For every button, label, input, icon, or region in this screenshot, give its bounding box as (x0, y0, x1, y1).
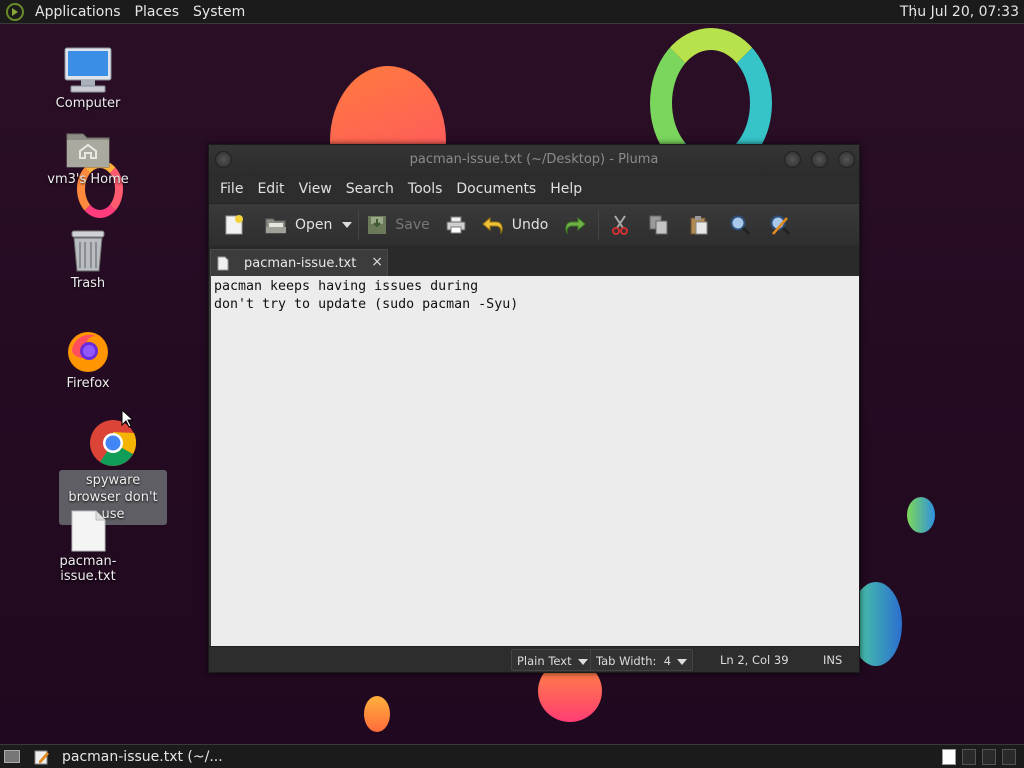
text-file-icon (71, 510, 106, 552)
undo-button[interactable]: Undo (476, 208, 555, 242)
save-button[interactable]: Save (361, 208, 435, 242)
desktop-icon-label: pacman-issue.txt (59, 554, 117, 584)
menu-search[interactable]: Search (339, 181, 401, 197)
copy-icon (649, 215, 668, 235)
menu-file[interactable]: File (213, 181, 250, 197)
find-replace-button[interactable] (761, 208, 799, 242)
find-button[interactable] (719, 208, 761, 242)
workspace-2[interactable] (962, 749, 976, 765)
desktop-icon-text-file[interactable]: pacman-issue.txt (38, 510, 138, 584)
open-folder-icon (265, 218, 286, 234)
menu-documents[interactable]: Documents (449, 181, 543, 197)
computer-icon (64, 47, 112, 93)
tab-close-icon[interactable]: × (371, 254, 383, 270)
close-button[interactable] (838, 151, 855, 168)
print-button[interactable] (436, 208, 476, 242)
redo-button[interactable] (554, 208, 596, 242)
desktop-icon-firefox[interactable]: Firefox (38, 326, 138, 391)
menu-tools[interactable]: Tools (401, 181, 450, 197)
window-title: pacman-issue.txt (~/Desktop) - Pluma (409, 152, 659, 167)
minimize-button[interactable] (784, 151, 801, 168)
redo-icon (565, 216, 587, 234)
find-replace-icon (770, 215, 791, 236)
new-document-button[interactable] (217, 208, 251, 242)
tab-width-selector[interactable]: Tab Width: 4 (590, 649, 694, 671)
menu-view[interactable]: View (292, 181, 339, 197)
pluma-window[interactable]: pacman-issue.txt (~/Desktop) - Pluma Fil… (208, 144, 860, 673)
undo-icon (482, 216, 503, 234)
tab-pacman-issue[interactable]: pacman-issue.txt × (210, 249, 388, 277)
show-desktop-icon[interactable] (4, 750, 20, 763)
bottom-panel: pacman-issue.txt (~/... (0, 744, 1024, 768)
top-panel: Applications Places System Thu Jul 20, 0… (0, 0, 1024, 24)
mouse-cursor-icon (121, 409, 133, 428)
maximize-button[interactable] (811, 151, 828, 168)
copy-button[interactable] (639, 208, 679, 242)
paste-button[interactable] (679, 208, 719, 242)
taskbar-button-pluma[interactable]: pacman-issue.txt (~/... (34, 745, 223, 768)
new-document-icon (225, 215, 243, 235)
desktop-icon-chrome[interactable]: spyware browser don't use (58, 418, 168, 525)
desktop-icon-label: vm3's Home (47, 172, 129, 187)
menu-edit[interactable]: Edit (250, 181, 291, 197)
open-label: Open (295, 217, 333, 233)
cursor-position: Ln 2, Col 39 (720, 653, 789, 667)
taskbar-label: pacman-issue.txt (~/... (62, 749, 223, 765)
workspace-4[interactable] (1002, 749, 1016, 765)
desktop-icon-label: Firefox (66, 376, 110, 391)
menu-help[interactable]: Help (543, 181, 589, 197)
desktop-icon-computer[interactable]: Computer (38, 46, 138, 111)
workspace-3[interactable] (982, 749, 996, 765)
tab-bar: pacman-issue.txt × (209, 247, 859, 277)
search-icon (730, 215, 751, 236)
chevron-down-icon (577, 658, 588, 665)
desktop-icon-label: Computer (55, 96, 121, 111)
desktop-icon-home[interactable]: vm3's Home (38, 128, 138, 187)
applications-menu[interactable]: Applications (28, 0, 128, 24)
language-selector[interactable]: Plain Text (511, 649, 594, 671)
toolbar: Open Save Undo (209, 203, 859, 247)
places-menu[interactable]: Places (128, 0, 187, 24)
text-editor[interactable]: pacman keeps having issues during don't … (211, 276, 859, 648)
paste-icon (690, 216, 708, 235)
system-menu[interactable]: System (186, 0, 252, 24)
undo-label: Undo (511, 217, 549, 233)
clock[interactable]: Thu Jul 20, 07:33 (900, 0, 1019, 24)
open-recent-dropdown[interactable] (338, 208, 356, 242)
window-titlebar[interactable]: pacman-issue.txt (~/Desktop) - Pluma (209, 145, 859, 175)
cut-icon (612, 215, 629, 235)
mate-menu-icon[interactable] (6, 2, 24, 21)
chevron-down-icon (677, 658, 688, 665)
trash-icon (71, 230, 105, 272)
save-icon (368, 216, 387, 234)
workspace-switcher[interactable] (942, 749, 956, 765)
home-folder-icon (66, 133, 110, 168)
desktop-icon-trash[interactable]: Trash (38, 228, 138, 291)
tab-label: pacman-issue.txt (244, 256, 357, 271)
cut-button[interactable] (601, 208, 639, 242)
desktop-icon-label: Trash (70, 276, 106, 291)
firefox-icon (68, 332, 108, 372)
text-editor-icon (34, 750, 49, 765)
print-icon (446, 216, 466, 234)
insert-mode: INS (823, 653, 843, 667)
tab-width-label: Tab Width: 4 (596, 654, 672, 668)
language-label: Plain Text (517, 654, 572, 668)
save-label: Save (395, 217, 430, 233)
open-button[interactable]: Open (251, 208, 338, 242)
menu-bar: File Edit View Search Tools Documents He… (209, 175, 859, 203)
status-bar: Plain Text Tab Width: 4 Ln 2, Col 39 INS (209, 646, 859, 672)
text-file-icon (217, 256, 229, 271)
